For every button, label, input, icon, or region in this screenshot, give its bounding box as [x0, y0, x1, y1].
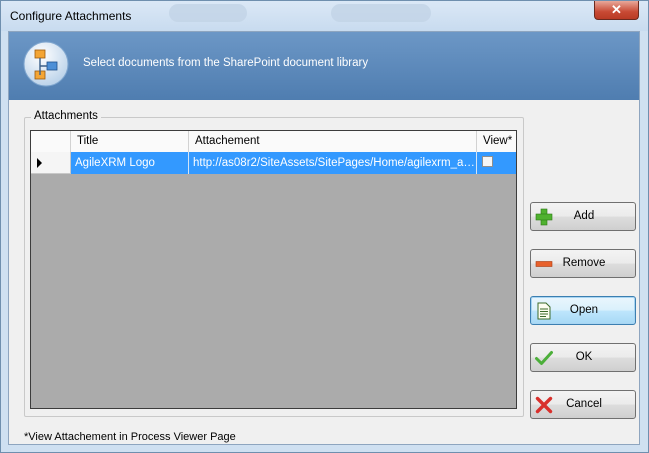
banner-description: Select documents from the SharePoint doc…	[83, 57, 369, 69]
grid-header: Title Attachement View*	[31, 131, 516, 153]
ok-button-label: OK	[575, 351, 593, 363]
background-taskbar-ghost	[331, 4, 431, 22]
column-header-attachment[interactable]: Attachement	[189, 131, 477, 152]
footnote: *View Attachement in Process Viewer Page	[24, 431, 236, 443]
column-header-view[interactable]: View*	[477, 131, 516, 152]
window-title: Configure Attachments	[10, 9, 132, 23]
sitemap-icon	[23, 41, 69, 87]
remove-button[interactable]: Remove	[530, 249, 636, 278]
remove-button-label: Remove	[562, 257, 606, 269]
open-button[interactable]: Open	[530, 296, 636, 325]
cancel-button[interactable]: Cancel	[530, 390, 636, 419]
title-bar[interactable]: Configure Attachments ✕	[1, 1, 648, 31]
cell-attachment[interactable]: http://as08r2/SiteAssets/SitePages/Home/…	[189, 152, 477, 174]
header-banner: Select documents from the SharePoint doc…	[9, 32, 639, 100]
current-row-arrow-icon	[37, 158, 42, 168]
column-header-title[interactable]: Title	[71, 131, 189, 152]
attachments-group: Attachments Title Attachement View* Agil…	[24, 110, 524, 417]
cancel-button-label: Cancel	[566, 398, 602, 410]
cell-view[interactable]	[477, 152, 516, 174]
open-button-label: Open	[569, 304, 599, 316]
attachments-group-label: Attachments	[31, 110, 101, 122]
attachments-grid[interactable]: Title Attachement View* AgileXRM Logo ht…	[30, 130, 517, 409]
add-button-label: Add	[573, 210, 595, 222]
cell-title[interactable]: AgileXRM Logo	[71, 152, 189, 174]
ok-button[interactable]: OK	[530, 343, 636, 372]
dialog-body: Select documents from the SharePoint doc…	[8, 31, 640, 445]
background-taskbar-ghost	[169, 4, 247, 22]
row-header-corner	[31, 131, 71, 152]
add-button[interactable]: Add	[530, 202, 636, 231]
configure-attachments-window: Configure Attachments ✕ Select documents…	[0, 0, 649, 453]
view-checkbox[interactable]	[482, 156, 493, 167]
table-row[interactable]: AgileXRM Logo http://as08r2/SiteAssets/S…	[71, 152, 516, 174]
row-selector[interactable]	[31, 152, 71, 174]
close-button[interactable]: ✕	[594, 1, 639, 20]
